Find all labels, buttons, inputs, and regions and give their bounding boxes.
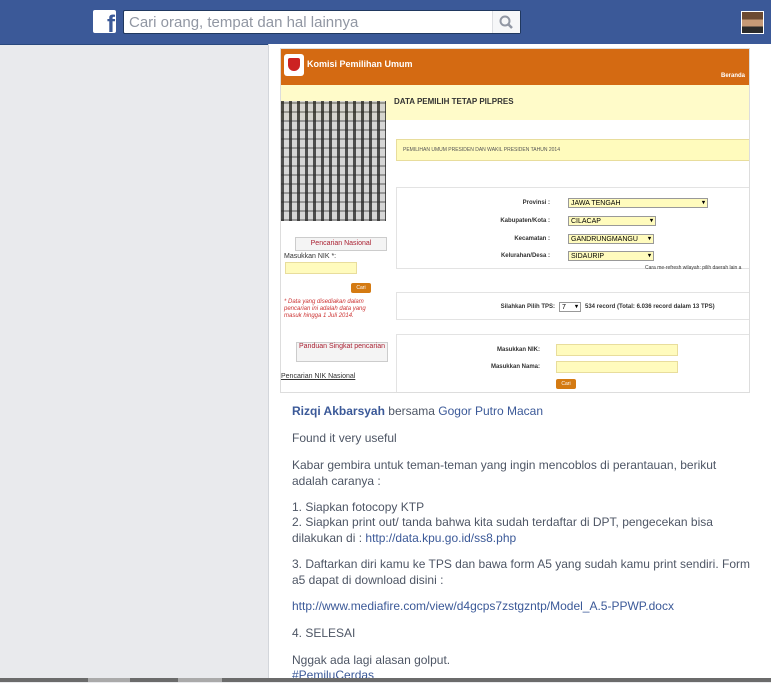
search-button[interactable] (492, 11, 520, 33)
kecamatan-label: Kecamatan : (514, 236, 550, 242)
region-section: Provinsi : JAWA TENGAH ▾ Kabupaten/Kota :… (396, 187, 749, 271)
search-button-right[interactable]: Cari (556, 379, 576, 389)
post-step-4: 4. SELESAI (292, 626, 356, 640)
kelurahan-select[interactable]: SIDAURIP ▾ (568, 251, 654, 261)
tps-label: Silahkan Pilih TPS: (500, 304, 555, 310)
kabupaten-select[interactable]: CILACAP ▾ (568, 216, 656, 226)
post-step-2: 2. Siapkan print out/ tanda bahwa kita s… (292, 515, 713, 545)
download-link[interactable]: http://www.mediafire.com/view/d4gcps7zst… (292, 598, 674, 614)
chevron-down-icon: ▾ (647, 236, 651, 242)
nama-search-label: Masukkan Nama: (490, 364, 540, 370)
bottom-strip (0, 678, 771, 682)
search-input[interactable] (129, 13, 489, 31)
nik-search-input[interactable] (556, 344, 678, 356)
shared-screenshot[interactable]: Komisi Pemilihan Umum Beranda DATA PEMIL… (280, 48, 750, 393)
chevron-down-icon: ▾ (574, 304, 578, 310)
nama-search-input[interactable] (556, 361, 678, 373)
tps-select[interactable]: 7 ▾ (559, 302, 581, 312)
kabupaten-label: Kabupaten/Kota : (500, 218, 550, 224)
kecamatan-select[interactable]: GANDRUNGMANGU ▾ (568, 234, 654, 244)
name-search-section: Masukkan NIK: Masukkan Nama: Cari (396, 334, 749, 392)
search-national-title: Pencarian Nasional (295, 237, 387, 251)
election-name: PEMILIHAN UMUM PRESIDEN DAN WAKIL PRESID… (403, 147, 560, 153)
election-bar: PEMILIHAN UMUM PRESIDEN DAN WAKIL PRESID… (396, 139, 749, 161)
kpu-header: Komisi Pemilihan Umum Beranda (281, 49, 749, 85)
post-header: Rizqi Akbarsyah bersama Gogor Putro Maca… (292, 403, 752, 419)
chevron-down-icon: ▾ (649, 218, 653, 224)
kpu-link[interactable]: http://data.kpu.go.id/ss8.php (365, 531, 516, 545)
search-box[interactable] (123, 10, 521, 34)
nik-label: Masukkan NIK *: (284, 253, 337, 260)
kpu-heading: DATA PEMILIH TETAP PILPRES (394, 97, 514, 106)
kpu-beranda-link: Beranda (720, 73, 745, 79)
kpu-logo-icon (284, 54, 304, 76)
data-note: * Data yang disediakan dalam pencarian i… (284, 299, 366, 319)
chevron-down-icon: ▾ (701, 200, 705, 206)
post-line-1: Found it very useful (292, 431, 397, 445)
tagged-link[interactable]: Gogor Putro Macan (438, 404, 543, 418)
chevron-down-icon: ▾ (647, 253, 651, 259)
facebook-logo-icon[interactable]: f (93, 10, 116, 33)
post-step-1: 1. Siapkan fotocopy KTP (292, 500, 425, 514)
kpu-building-image (281, 101, 386, 221)
top-bar: f (0, 0, 771, 45)
tps-section: Silahkan Pilih TPS: 7 ▾ 534 record (Total… (396, 292, 749, 320)
author-link[interactable]: Rizqi Akbarsyah (292, 404, 385, 418)
search-button-left[interactable]: Cari (351, 283, 371, 293)
post-line-2: Kabar gembira untuk teman-teman yang ing… (292, 458, 717, 488)
kelurahan-label: Kelurahan/Desa : (500, 253, 550, 259)
guide-title: Panduan Singkat pencarian (296, 342, 388, 362)
tps-record: 534 record (Total: 6.036 record dalam 13… (585, 304, 715, 310)
refresh-note: Cara me-refresh wilayah: pilih daerah la… (645, 265, 742, 271)
provinsi-select[interactable]: JAWA TENGAH ▾ (568, 198, 708, 208)
nik-input[interactable] (285, 262, 357, 274)
search-icon (499, 15, 513, 29)
avatar[interactable] (741, 11, 764, 34)
nik-search-label: Masukkan NIK: (496, 347, 540, 353)
with-text: bersama (388, 404, 435, 418)
post-closing: Nggak ada lagi alasan golput. (292, 653, 451, 667)
post-step-3: 3. Daftarkan diri kamu ke TPS dan bawa f… (292, 557, 750, 587)
provinsi-label: Provinsi : (522, 200, 550, 206)
kpu-site-title: Komisi Pemilihan Umum (307, 59, 413, 69)
guide-link[interactable]: Pencarian NIK Nasional (281, 373, 355, 380)
